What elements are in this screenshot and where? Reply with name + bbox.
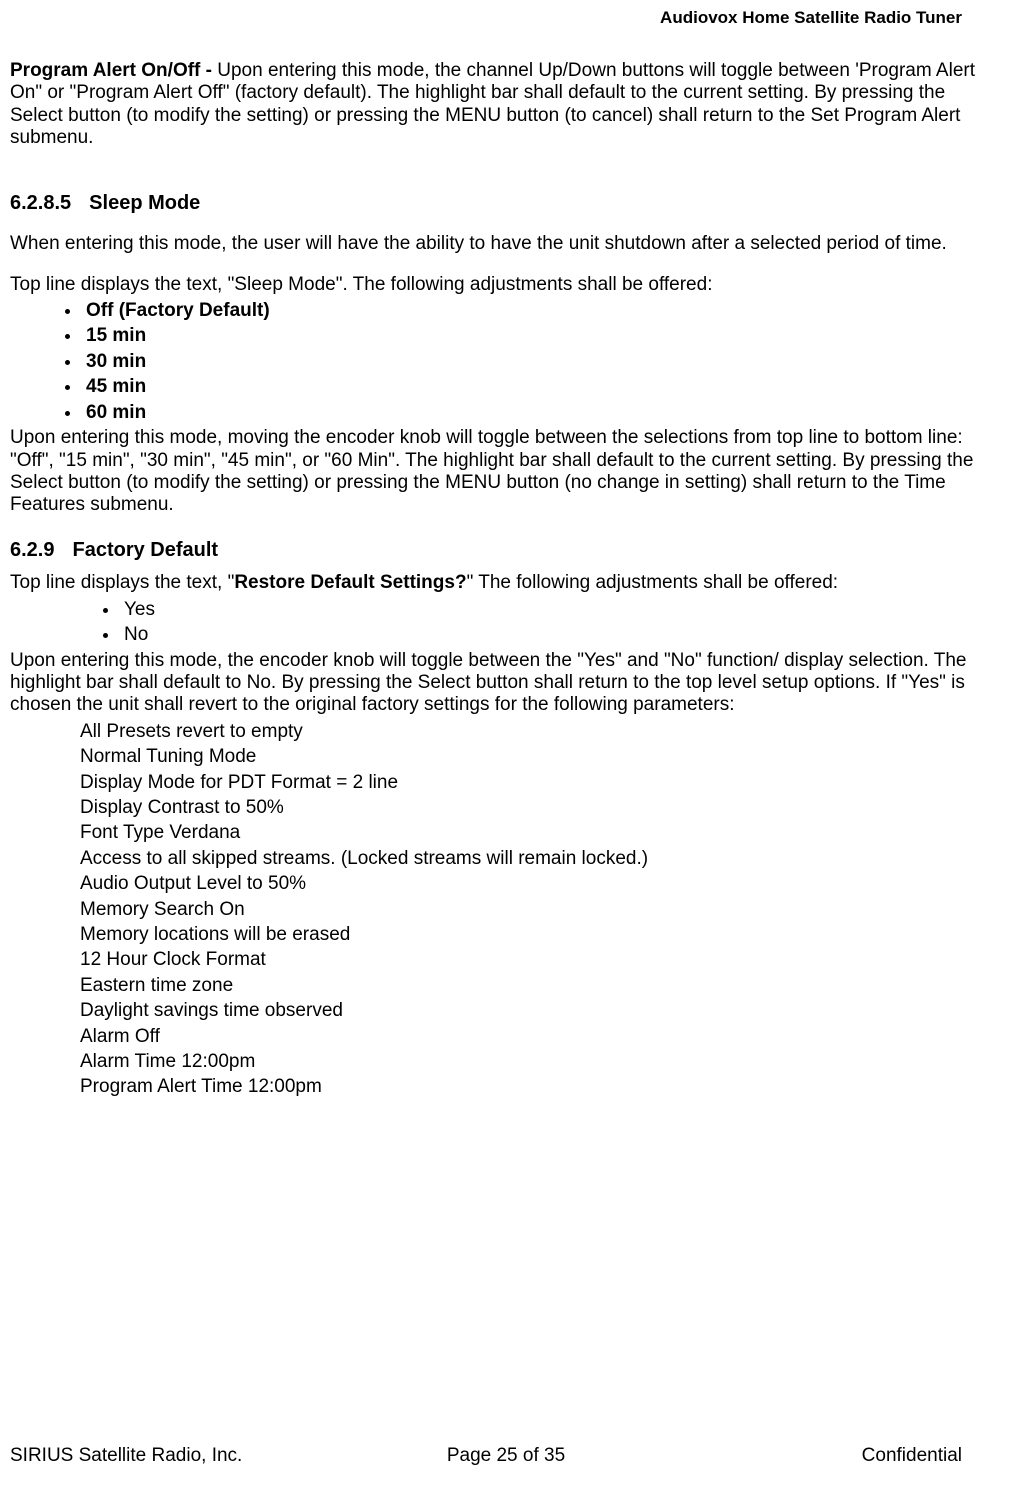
- list-item: Daylight savings time observed: [80, 1000, 1002, 1022]
- section-title: Sleep Mode: [89, 192, 200, 214]
- list-item: 30 min: [82, 351, 1002, 373]
- list-item: Alarm Off: [80, 1026, 1002, 1048]
- list-item: Memory Search On: [80, 899, 1002, 921]
- yes-no-list: Yes No: [10, 599, 1002, 647]
- section-number: 6.2.8.5: [10, 192, 71, 214]
- paragraph-program-alert: Program Alert On/Off - Upon entering thi…: [10, 60, 1002, 150]
- section-title: Factory Default: [72, 539, 218, 561]
- list-item: All Presets revert to empty: [80, 721, 1002, 743]
- paragraph-sleep-topline: Top line displays the text, "Sleep Mode"…: [10, 274, 1002, 296]
- list-item: Display Mode for PDT Format = 2 line: [80, 772, 1002, 794]
- list-item: Program Alert Time 12:00pm: [80, 1076, 1002, 1098]
- paragraph-sleep-intro: When entering this mode, the user will h…: [10, 233, 1002, 255]
- list-item: Alarm Time 12:00pm: [80, 1051, 1002, 1073]
- paragraph-restore-behavior: Upon entering this mode, the encoder kno…: [10, 650, 1002, 717]
- defaults-list: All Presets revert to empty Normal Tunin…: [80, 721, 1002, 1099]
- list-item: Audio Output Level to 50%: [80, 873, 1002, 895]
- heading-sleep-mode: 6.2.8.5 Sleep Mode: [10, 192, 1002, 216]
- list-item: 12 Hour Clock Format: [80, 949, 1002, 971]
- footer-confidential: Confidential: [862, 1445, 962, 1467]
- footer-page-number: Page 25 of 35: [10, 1445, 1002, 1467]
- text: " The following adjustments shall be off…: [467, 572, 838, 593]
- list-item: 60 min: [82, 402, 1002, 424]
- lead-label: Program Alert On/Off -: [10, 60, 217, 81]
- list-item: Access to all skipped streams. (Locked s…: [80, 848, 1002, 870]
- restore-question: Restore Default Settings?: [234, 572, 466, 593]
- list-item: Display Contrast to 50%: [80, 797, 1002, 819]
- text: Top line displays the text, ": [10, 572, 234, 593]
- list-item: Font Type Verdana: [80, 822, 1002, 844]
- list-item: Eastern time zone: [80, 975, 1002, 997]
- sleep-options-list: Off (Factory Default) 15 min 30 min 45 m…: [10, 300, 1002, 424]
- paragraph-restore-topline: Top line displays the text, "Restore Def…: [10, 572, 1002, 594]
- list-item: Normal Tuning Mode: [80, 746, 1002, 768]
- list-item: Memory locations will be erased: [80, 924, 1002, 946]
- list-item: Yes: [120, 599, 1002, 621]
- list-item: 15 min: [82, 325, 1002, 347]
- page: Audiovox Home Satellite Radio Tuner Prog…: [0, 0, 1012, 1487]
- heading-factory-default: 6.2.9 Factory Default: [10, 539, 1002, 563]
- section-number: 6.2.9: [10, 539, 54, 561]
- list-item: Off (Factory Default): [82, 300, 1002, 322]
- list-item: No: [120, 624, 1002, 646]
- page-header: Audiovox Home Satellite Radio Tuner: [10, 8, 1002, 28]
- list-item: 45 min: [82, 376, 1002, 398]
- paragraph-sleep-behavior: Upon entering this mode, moving the enco…: [10, 427, 1002, 517]
